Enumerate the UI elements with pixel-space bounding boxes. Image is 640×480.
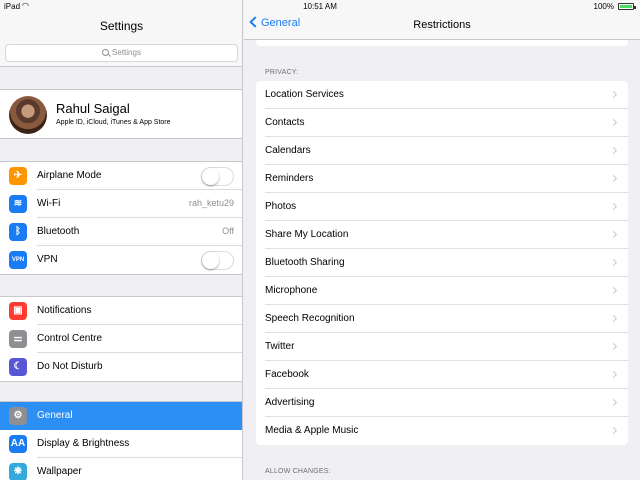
chevron-right-icon (609, 426, 618, 435)
allow-changes-header: ALLOW CHANGES: (265, 468, 331, 475)
privacy-item-speech-recognition[interactable]: Speech Recognition (256, 305, 628, 333)
privacy-item-calendars[interactable]: Calendars (256, 137, 628, 165)
chevron-right-icon (609, 314, 618, 323)
chevron-right-icon (609, 398, 618, 407)
chevron-right-icon (609, 146, 618, 155)
privacy-item-label: Twitter (265, 341, 295, 352)
sidebar-item-value: Off (222, 226, 234, 236)
vpn-toggle[interactable] (201, 251, 234, 270)
status-bar: iPad ◠ 10:51 AM 100% (0, 0, 640, 12)
toggle-knob (202, 252, 219, 269)
sidebar-item-display-and-brightness[interactable]: AA Display & Brightness (0, 430, 242, 458)
chevron-right-icon (609, 118, 618, 127)
privacy-item-advertising[interactable]: Advertising (256, 389, 628, 417)
privacy-list: Location Services Contacts Calendars Remind… (256, 81, 628, 445)
chevron-right-icon (609, 370, 618, 379)
sidebar-item-general[interactable]: ⚙ General (0, 402, 242, 430)
notifications-group: ▣ Notifications ⚌ Control Centre ☾ Do Not Dis… (0, 296, 242, 382)
toggle-knob (202, 168, 219, 185)
chevron-right-icon (609, 342, 618, 351)
sidebar-item-label: Do Not Disturb (37, 361, 103, 372)
sidebar-item-label: VPN (37, 254, 58, 265)
airplane-mode-toggle[interactable] (201, 167, 234, 186)
sidebar-item-airplane-mode[interactable]: ✈ Airplane Mode (0, 162, 242, 190)
sidebar-item-label: General (37, 410, 73, 421)
gear-icon: ⚙ (9, 407, 27, 425)
sidebar-item-control-centre[interactable]: ⚌ Control Centre (0, 325, 242, 353)
chevron-right-icon (609, 286, 618, 295)
privacy-item-label: Media & Apple Music (265, 425, 359, 436)
settings-sidebar: Settings Settings Rahul Saigal Apple ID,… (0, 0, 243, 480)
privacy-item-contacts[interactable]: Contacts (256, 109, 628, 137)
privacy-item-label: Contacts (265, 117, 305, 128)
vpn-icon: VPN (9, 251, 27, 269)
privacy-item-label: Location Services (265, 89, 344, 100)
battery-icon (618, 3, 636, 10)
wallpaper-icon: ❋ (9, 463, 27, 480)
privacy-item-media-and-apple-music[interactable]: Media & Apple Music (256, 417, 628, 445)
chevron-right-icon (609, 202, 618, 211)
sidebar-item-label: Display & Brightness (37, 438, 130, 449)
profile-subtitle: Apple ID, iCloud, iTunes & App Store (56, 119, 171, 126)
notifications-icon: ▣ (9, 302, 27, 320)
privacy-item-label: Share My Location (265, 229, 349, 240)
privacy-item-label: Bluetooth Sharing (265, 257, 345, 268)
apple-id-profile[interactable]: Rahul Saigal Apple ID, iCloud, iTunes & … (0, 89, 242, 139)
privacy-item-location-services[interactable]: Location Services (256, 81, 628, 109)
sidebar-item-vpn[interactable]: VPN VPN (0, 246, 242, 274)
page-title: Restrictions (413, 19, 471, 31)
display-icon: AA (9, 435, 27, 453)
bluetooth-icon: ᛒ (9, 223, 27, 241)
sidebar-item-label: Control Centre (37, 333, 103, 344)
sidebar-item-do-not-disturb[interactable]: ☾ Do Not Disturb (0, 353, 242, 381)
wifi-icon: ≋ (9, 195, 27, 213)
privacy-item-label: Facebook (265, 369, 309, 380)
profile-name: Rahul Saigal (56, 101, 130, 116)
general-group: ⚙ General AA Display & Brightness ❋ Wallpaper (0, 401, 242, 480)
previous-section-card (256, 40, 628, 46)
privacy-item-label: Reminders (265, 173, 314, 184)
sidebar-title: Settings (99, 19, 144, 33)
chevron-right-icon (609, 174, 618, 183)
privacy-item-photos[interactable]: Photos (256, 193, 628, 221)
sidebar-item-label: Bluetooth (37, 226, 80, 237)
chevron-right-icon (609, 258, 618, 267)
privacy-item-label: Speech Recognition (265, 313, 355, 324)
privacy-item-label: Microphone (265, 285, 318, 296)
privacy-item-label: Photos (265, 201, 297, 212)
sidebar-item-label: Notifications (37, 305, 92, 316)
privacy-item-reminders[interactable]: Reminders (256, 165, 628, 193)
search-icon (102, 49, 110, 56)
search-bar: Settings (0, 40, 242, 67)
privacy-item-facebook[interactable]: Facebook (256, 361, 628, 389)
privacy-item-share-my-location[interactable]: Share My Location (256, 221, 628, 249)
sidebar-item-value: rah_ketu29 (188, 198, 234, 208)
status-time: 10:51 AM (303, 2, 337, 11)
privacy-item-label: Calendars (265, 145, 311, 156)
control-centre-icon: ⚌ (9, 330, 27, 348)
avatar (9, 96, 47, 134)
sidebar-item-bluetooth[interactable]: ᛒ Bluetooth Off (0, 218, 242, 246)
search-input[interactable]: Settings (5, 44, 238, 62)
sidebar-item-wallpaper[interactable]: ❋ Wallpaper (0, 458, 242, 480)
privacy-item-bluetooth-sharing[interactable]: Bluetooth Sharing (256, 249, 628, 277)
sidebar-item-wi-fi[interactable]: ≋ Wi-Fi rah_ketu29 (0, 190, 242, 218)
privacy-header: PRIVACY: (265, 69, 299, 76)
chevron-right-icon (609, 230, 618, 239)
chevron-right-icon (609, 90, 618, 99)
sidebar-item-label: Airplane Mode (37, 170, 102, 181)
sidebar-item-label: Wi-Fi (37, 198, 61, 209)
privacy-item-label: Advertising (265, 397, 315, 408)
battery-percent: 100% (593, 2, 614, 11)
restrictions-pane: General Restrictions PRIVACY: Location S… (244, 0, 640, 480)
sidebar-item-label: Wallpaper (37, 466, 82, 477)
search-placeholder: Settings (112, 48, 141, 57)
moon-icon: ☾ (9, 358, 27, 376)
connectivity-group: ✈ Airplane Mode ≋ Wi-Fi rah_ketu29 ᛒ Bluetooth… (0, 161, 242, 275)
sidebar-item-notifications[interactable]: ▣ Notifications (0, 297, 242, 325)
privacy-item-twitter[interactable]: Twitter (256, 333, 628, 361)
privacy-item-microphone[interactable]: Microphone (256, 277, 628, 305)
airplane-icon: ✈ (9, 167, 27, 185)
